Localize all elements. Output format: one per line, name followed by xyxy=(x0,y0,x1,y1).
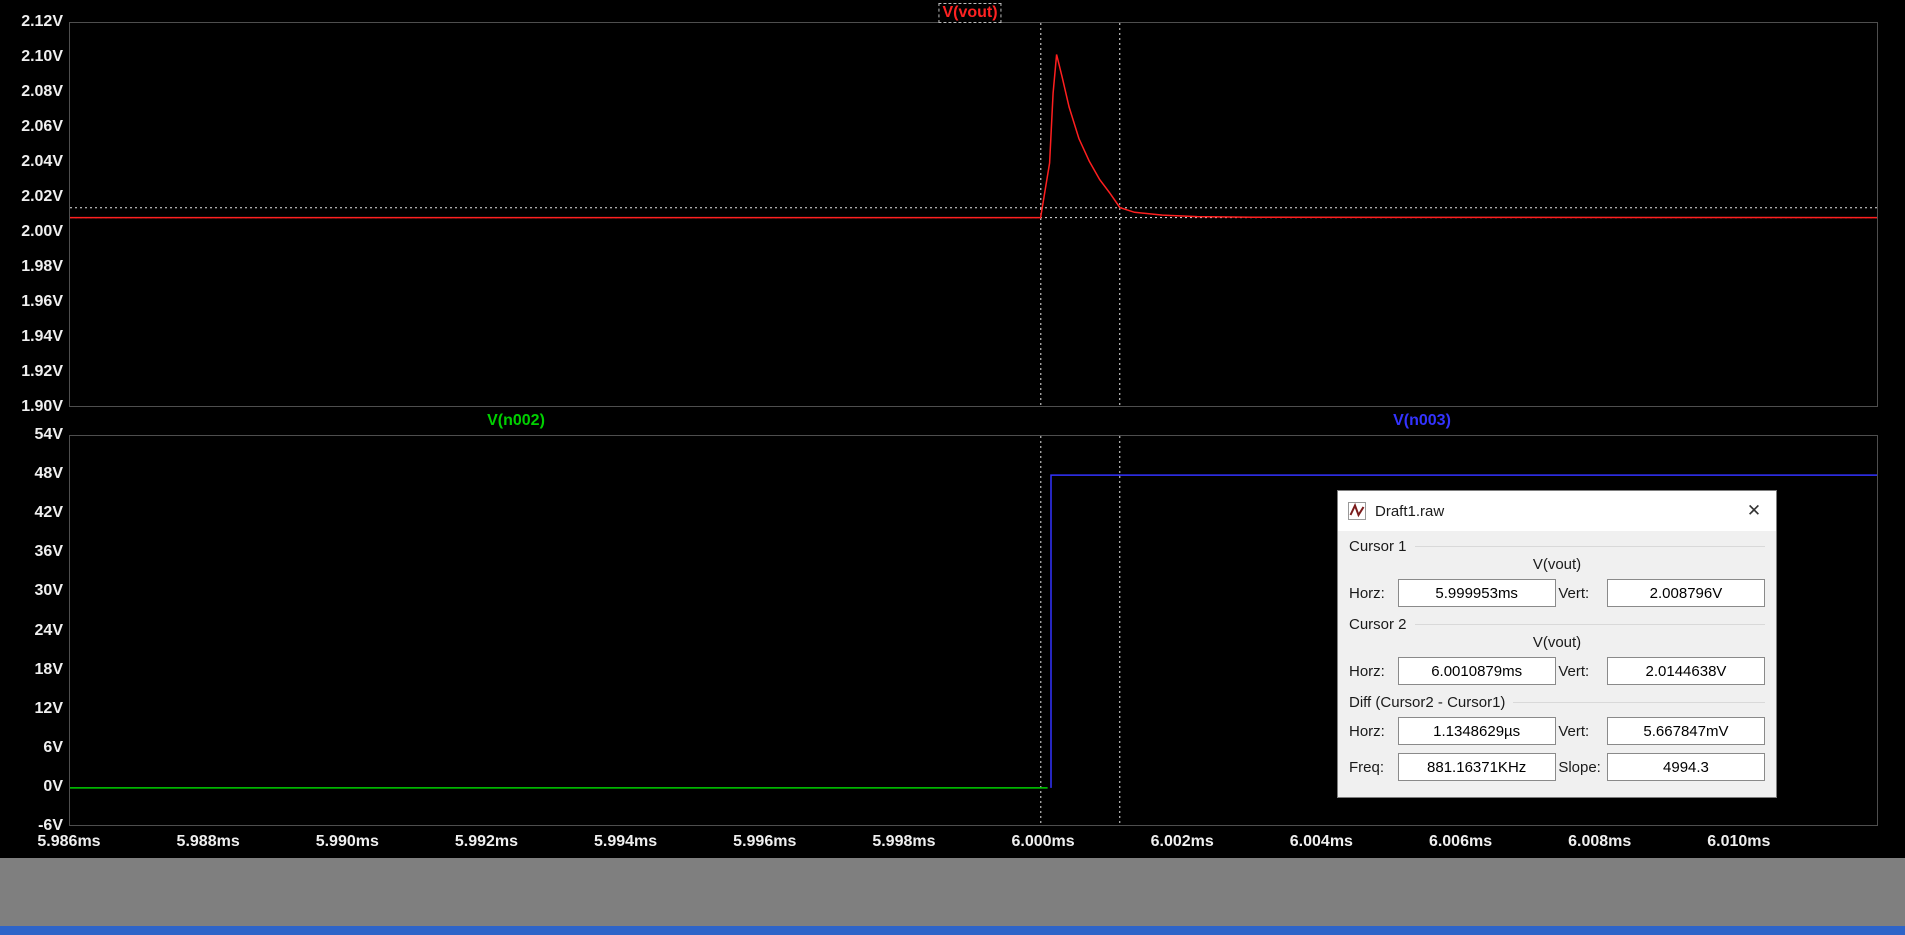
y-tick-label: 42V xyxy=(34,504,63,522)
cursor2-horz-label: Horz: xyxy=(1349,662,1385,680)
cursor2-vert-label: Vert: xyxy=(1558,662,1590,680)
y-tick-label: 0V xyxy=(43,777,63,795)
dialog-body: Cursor 1 V(vout) Horz: Vert: Cursor 2 V(… xyxy=(1338,531,1776,791)
close-icon[interactable]: ✕ xyxy=(1732,491,1776,531)
x-tick-label: 6.006ms xyxy=(1428,833,1493,850)
y-tick-label: 2.00V xyxy=(21,223,63,240)
slope-label: Slope: xyxy=(1558,758,1601,776)
freq-value[interactable] xyxy=(1397,753,1556,781)
x-tick-label: 6.008ms xyxy=(1568,833,1632,850)
cursor2-vert-value[interactable] xyxy=(1606,657,1765,685)
diff-horz-value[interactable] xyxy=(1397,717,1556,745)
trace-label-n003[interactable]: V(n003) xyxy=(1390,412,1454,430)
x-tick-label: 5.996ms xyxy=(733,833,797,850)
x-tick-label: 5.994ms xyxy=(594,833,658,850)
y-tick-label: 30V xyxy=(34,582,63,600)
y-tick-label: 1.90V xyxy=(21,398,63,415)
y-tick-label: 48V xyxy=(34,465,63,483)
cursor1-horz-label: Horz: xyxy=(1349,584,1385,602)
cursor2-heading: Cursor 2 xyxy=(1349,615,1407,633)
freq-label: Freq: xyxy=(1349,758,1385,776)
trace-label-n002[interactable]: V(n002) xyxy=(484,412,548,430)
diff-vert-value[interactable] xyxy=(1606,717,1765,745)
bottom-blue-strip xyxy=(0,926,1905,935)
diff-heading: Diff (Cursor2 - Cursor1) xyxy=(1349,693,1506,711)
dialog-titlebar[interactable]: Draft1.raw ✕ xyxy=(1338,491,1776,531)
ltspice-icon xyxy=(1347,501,1367,521)
x-tick-label: 5.988ms xyxy=(176,833,240,850)
y-tick-label: 2.10V xyxy=(21,48,63,65)
y-tick-label: 54V xyxy=(34,426,63,443)
y-tick-label: 1.92V xyxy=(21,363,63,380)
y-tick-label: 18V xyxy=(34,660,63,678)
diff-horz-label: Horz: xyxy=(1349,722,1385,740)
dialog-title: Draft1.raw xyxy=(1375,502,1445,520)
group-divider xyxy=(1414,545,1765,547)
x-tick-label: 6.002ms xyxy=(1150,833,1214,850)
y-tick-label: 1.98V xyxy=(21,258,63,275)
x-tick-label: 5.990ms xyxy=(315,833,379,850)
group-divider xyxy=(1513,701,1765,703)
x-tick-label: 5.998ms xyxy=(872,833,936,850)
cursor1-vert-label: Vert: xyxy=(1558,584,1590,602)
cursor2-trace-name: V(vout) xyxy=(1532,634,1582,651)
x-tick-label: 5.986ms xyxy=(37,833,101,850)
x-tick-label: 6.004ms xyxy=(1289,833,1353,850)
diff-vert-label: Vert: xyxy=(1558,722,1590,740)
x-tick-label: 5.992ms xyxy=(454,833,519,850)
y-tick-label: 24V xyxy=(34,621,63,639)
y-tick-label: 2.04V xyxy=(21,153,63,170)
slope-value[interactable] xyxy=(1606,753,1765,781)
cursor1-vert-value[interactable] xyxy=(1606,579,1765,607)
y-tick-label: 6V xyxy=(43,738,63,756)
x-tick-label: 6.010ms xyxy=(1707,833,1771,850)
trace-V(vout) xyxy=(70,54,1877,219)
y-tick-label: 1.96V xyxy=(21,293,63,310)
y-tick-label: 2.12V xyxy=(21,13,63,30)
y-tick-label: 12V xyxy=(34,699,63,717)
cursor1-trace-name: V(vout) xyxy=(1532,556,1582,573)
cursor1-heading: Cursor 1 xyxy=(1349,537,1407,555)
y-tick-label: 2.06V xyxy=(21,118,63,135)
group-divider xyxy=(1414,623,1765,625)
cursor1-group: Cursor 1 V(vout) Horz: Vert: xyxy=(1349,537,1765,607)
cursor2-horz-value[interactable] xyxy=(1397,657,1556,685)
y-tick-label: 2.08V xyxy=(21,83,63,100)
y-tick-label: 2.02V xyxy=(21,188,63,205)
y-tick-label: 36V xyxy=(34,543,63,561)
cursor1-horz-value[interactable] xyxy=(1397,579,1556,607)
y-tick-label: 1.94V xyxy=(21,328,63,345)
cursor-dialog: Draft1.raw ✕ Cursor 1 V(vout) Horz: Vert… xyxy=(1337,490,1777,798)
x-tick-label: 6.000ms xyxy=(1011,833,1075,850)
top-plot-pane[interactable] xyxy=(69,22,1878,407)
cursor2-group: Cursor 2 V(vout) Horz: Vert: xyxy=(1349,615,1765,685)
lower-gray-area xyxy=(0,858,1905,926)
trace-label-vout[interactable]: V(vout) xyxy=(938,3,1002,23)
diff-group: Diff (Cursor2 - Cursor1) Horz: Vert: Fre… xyxy=(1349,693,1765,781)
